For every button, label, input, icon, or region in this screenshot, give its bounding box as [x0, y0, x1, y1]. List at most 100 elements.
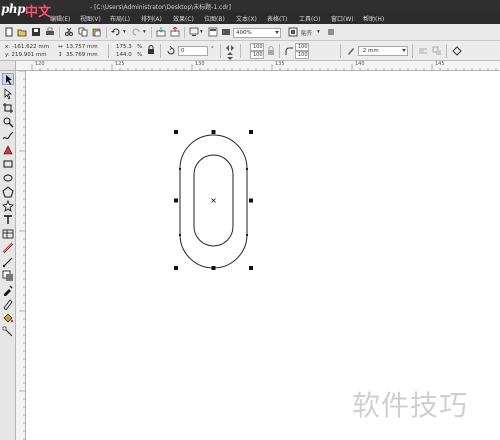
redo-dropdown-icon[interactable]: ▾ — [143, 29, 146, 35]
toolbox — [0, 71, 16, 440]
handle-top-right[interactable] — [249, 130, 253, 134]
menu-arrange[interactable]: 排列(A) — [141, 14, 162, 23]
ruler-label: 120 — [35, 61, 45, 67]
x-position-field[interactable]: x: -161.622 mm — [5, 44, 49, 50]
corner-radius-top-right-value: 100 — [298, 44, 308, 50]
convert-to-curves-icon[interactable] — [452, 46, 462, 56]
vertical-ruler[interactable] — [16, 71, 26, 440]
launcher-dropdown-icon[interactable]: ▾ — [200, 29, 203, 35]
interactive-fill-tool-icon[interactable] — [2, 326, 14, 338]
copy-icon[interactable] — [78, 27, 88, 37]
basic-shapes-tool-icon[interactable] — [2, 200, 14, 212]
corner-lock-icon[interactable] — [266, 46, 276, 56]
ruler-origin[interactable] — [0, 61, 16, 71]
scale-y-field[interactable]: 144.0 — [116, 52, 132, 58]
application-launcher-icon[interactable] — [189, 27, 199, 37]
corner-radius-top-left-value: 100 — [253, 44, 263, 50]
cut-icon[interactable] — [64, 27, 74, 37]
width-field[interactable]: 13.757 mm — [66, 44, 98, 50]
separator — [446, 44, 447, 58]
wrap-text-icon[interactable] — [418, 46, 428, 56]
scale-x-field[interactable]: 175.3 — [116, 44, 132, 50]
center-marker-icon — [211, 198, 216, 203]
handle-bottom-right[interactable] — [249, 266, 253, 270]
separator — [340, 44, 341, 58]
outline-pen-tool-icon[interactable] — [2, 298, 14, 310]
welcome-screen-icon[interactable] — [208, 27, 218, 37]
rotation-angle-field[interactable]: 0 — [178, 46, 208, 56]
to-front-icon[interactable] — [432, 46, 442, 56]
mirror-vertical-icon[interactable] — [225, 51, 235, 61]
crop-tool-icon[interactable] — [2, 102, 14, 114]
snap-to-label[interactable]: 贴齐 — [301, 29, 312, 37]
menu-effects[interactable]: 效果(C) — [173, 14, 194, 23]
menu-help[interactable]: 帮助(H) — [363, 14, 384, 23]
undo-dropdown-icon[interactable]: ▾ — [123, 29, 126, 35]
scale-y-percent: % — [137, 52, 143, 58]
chevron-down-icon — [275, 31, 279, 34]
redo-icon[interactable] — [131, 27, 141, 37]
corner-radius-top-left[interactable]: 100 — [250, 43, 264, 51]
separator — [151, 27, 152, 38]
freehand-tool-icon[interactable] — [2, 130, 14, 142]
print-icon[interactable] — [45, 27, 55, 37]
handle-bottom-left[interactable] — [174, 266, 178, 270]
text-tool-icon[interactable] — [2, 214, 14, 226]
export-icon[interactable] — [170, 27, 180, 37]
curve-nodes — [179, 168, 248, 236]
parallel-dimension-tool-icon[interactable] — [2, 242, 14, 254]
corner-radius-top-right[interactable]: 100 — [295, 43, 309, 51]
node[interactable] — [179, 234, 181, 236]
corner-type-icon[interactable] — [284, 46, 294, 56]
fill-tool-icon[interactable] — [2, 312, 14, 324]
shape-tool-icon[interactable] — [2, 88, 14, 100]
handle-top-middle[interactable] — [211, 130, 216, 134]
connector-tool-icon[interactable] — [2, 256, 14, 268]
rectangle-tool-icon[interactable] — [2, 158, 14, 170]
corel-connect-icon[interactable] — [221, 27, 231, 37]
options-icon[interactable] — [326, 27, 336, 37]
full-screen-icon[interactable] — [288, 27, 298, 37]
separator — [106, 27, 107, 38]
paste-icon[interactable] — [92, 27, 102, 37]
snap-dropdown-icon[interactable]: ▾ — [317, 29, 320, 35]
ellipse-tool-icon[interactable] — [2, 172, 14, 184]
import-icon[interactable] — [156, 27, 166, 37]
menu-table[interactable]: 表格(T) — [267, 14, 287, 23]
undo-icon[interactable] — [111, 27, 121, 37]
node[interactable] — [246, 168, 248, 170]
menu-view[interactable]: 视图(V) — [80, 14, 101, 23]
separator — [220, 44, 221, 58]
lock-ratio-icon[interactable] — [146, 45, 156, 55]
handle-middle-left[interactable] — [174, 198, 178, 203]
handle-top-left[interactable] — [174, 130, 178, 134]
zoom-level-combo[interactable]: 400% — [233, 28, 281, 38]
horizontal-ruler[interactable]: 120 125 130 135 140 145 — [16, 61, 500, 71]
open-folder-icon[interactable] — [17, 27, 27, 37]
outline-width-combo[interactable]: .2 mm — [358, 46, 408, 56]
separator — [412, 44, 413, 58]
y-position-field[interactable]: y: 219.901 mm — [5, 52, 47, 58]
menu-layout[interactable]: 布局(L) — [110, 14, 130, 23]
menu-bitmaps[interactable]: 位图(B) — [204, 14, 225, 23]
menu-text[interactable]: 文本(X) — [236, 14, 257, 23]
new-document-icon[interactable] — [4, 27, 14, 37]
scale-x-percent: % — [137, 44, 143, 50]
smart-fill-tool-icon[interactable] — [2, 144, 14, 156]
menu-window[interactable]: 窗口(W) — [331, 14, 354, 23]
node[interactable] — [246, 234, 248, 236]
polygon-tool-icon[interactable] — [2, 186, 14, 198]
save-icon[interactable] — [31, 27, 41, 37]
handle-bottom-middle[interactable] — [211, 266, 216, 270]
corner-radius-bottom-right[interactable]: 100 — [295, 51, 309, 59]
corner-radius-bottom-left[interactable]: 100 — [250, 51, 264, 59]
pick-tool-icon[interactable] — [2, 73, 14, 85]
zoom-tool-icon[interactable] — [2, 116, 14, 128]
handle-middle-right[interactable] — [249, 198, 253, 203]
drop-shadow-tool-icon[interactable] — [2, 270, 14, 282]
eyedropper-tool-icon[interactable] — [2, 284, 14, 296]
height-field[interactable]: 35.769 mm — [66, 52, 98, 58]
table-tool-icon[interactable] — [2, 228, 14, 240]
node[interactable] — [179, 168, 181, 170]
menu-tools[interactable]: 工具(O) — [299, 14, 320, 23]
